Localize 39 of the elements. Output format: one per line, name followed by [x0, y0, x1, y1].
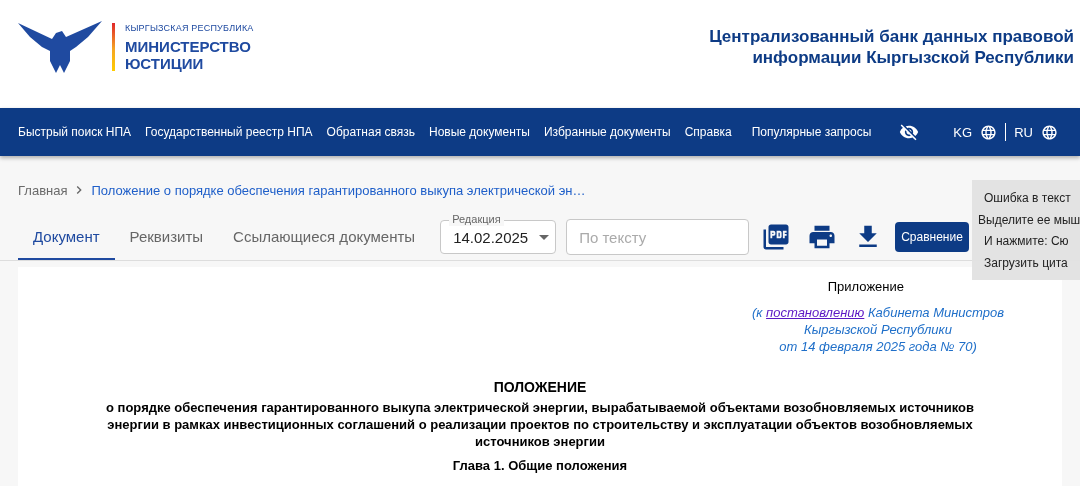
edition-value: 14.02.2025: [453, 228, 529, 246]
popup-text: Ошибка в текст: [984, 190, 1072, 207]
eagle-logo-icon: [18, 21, 102, 73]
logo-ministry-text: МИНИСТЕРСТВО: [125, 37, 252, 55]
nav-link[interactable]: Обратная связь: [326, 125, 415, 139]
nav-link[interactable]: Государственный реестр НПА: [145, 125, 313, 139]
nav-link[interactable]: Справка: [684, 125, 732, 139]
appendix-label: Приложение: [827, 279, 904, 294]
breadcrumb-link[interactable]: Положение о порядке обеспечения гарантированного выкупа электрической эн…: [91, 182, 586, 198]
document-subtitle: о порядке обеспечения гарантированного выкупа электрической энергии, вырабатываемой объектами возобновляемых источников энергии в рамках инвестиционных соглашений о реализации проектов по строительству и эксплуатации объектов возобновляемых источников энергии: [105, 399, 975, 450]
nav-link[interactable]: Популярные запросы: [751, 125, 872, 139]
globe-icon: [980, 123, 998, 141]
tab[interactable]: Ссылающиеся документы: [218, 214, 431, 260]
logo-country-text: КЫРГЫЗСКАЯ РЕСПУБЛИКА: [125, 22, 254, 33]
nav-link[interactable]: Новые документы: [429, 125, 530, 139]
document-title: ПОЛОЖЕНИЕ: [492, 379, 588, 395]
dropdown-caret-icon: [539, 234, 550, 240]
chapter-heading: Глава 1. Общие положения: [451, 458, 629, 473]
popup-text: И нажмите: Сю: [984, 233, 1070, 250]
language-button[interactable]: RU: [1006, 117, 1066, 147]
compare-button[interactable]: Сравнение: [895, 222, 969, 252]
globe-icon: [1040, 123, 1058, 141]
logo-ministry-text: ЮСТИЦИИ: [125, 54, 205, 72]
breadcrumb-link[interactable]: Главная: [18, 182, 68, 198]
decree-link[interactable]: постановлению: [766, 305, 865, 320]
reference-note: (к постановлению Кабинета Министров Кыргызской Республики от 14 февраля 2025 года № 70): [750, 304, 1006, 355]
edition-label: Редакция: [449, 213, 504, 226]
language-button[interactable]: KG: [945, 117, 1006, 147]
site-title: Централизованный банк данных правовой: [709, 26, 1074, 47]
popup-text: Загрузить цита: [984, 254, 1069, 272]
nav-link[interactable]: Избранные документы: [543, 125, 671, 139]
eye-off-icon[interactable]: [899, 122, 920, 142]
tab[interactable]: Реквизиты: [114, 214, 219, 260]
pdf-icon[interactable]: [761, 222, 792, 252]
search-field[interactable]: По тексту: [566, 219, 750, 255]
tab[interactable]: Документ: [18, 214, 115, 260]
popup-text: Выделите ее мыш: [978, 211, 1080, 229]
nav-link[interactable]: Быстрый поиск НПА: [18, 125, 132, 139]
site-title: информации Кыргызской Республики: [751, 47, 1074, 68]
